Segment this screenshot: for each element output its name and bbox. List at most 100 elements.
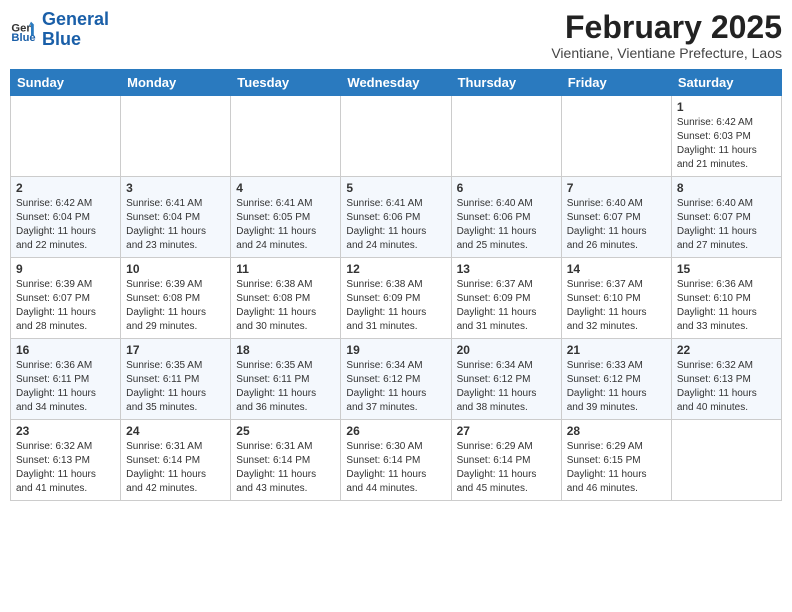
day-number: 15 [677, 262, 776, 276]
day-number: 12 [346, 262, 445, 276]
day-number: 7 [567, 181, 666, 195]
day-info: Sunrise: 6:30 AM Sunset: 6:14 PM Dayligh… [346, 440, 445, 496]
calendar-cell: 2 Sunrise: 6:42 AM Sunset: 6:04 PM Daylig… [11, 177, 121, 258]
day-info: Sunrise: 6:35 AM Sunset: 6:11 PM Dayligh… [126, 359, 225, 415]
day-number: 9 [16, 262, 115, 276]
day-number: 6 [457, 181, 556, 195]
calendar-cell [561, 96, 671, 177]
calendar-cell: 14Sunrise: 6:37 AM Sunset: 6:10 PM Dayli… [561, 258, 671, 339]
calendar-cell: 25 Sunrise: 6:31 AM Sunset: 6:14 PM Dayli… [231, 420, 341, 501]
day-info: Sunrise: 6:42 AM Sunset: 6:03 PM Dayligh… [677, 116, 776, 172]
day-info: Sunrise: 6:35 AM Sunset: 6:11 PM Dayligh… [236, 359, 335, 415]
day-info: Sunrise: 6:39 AM Sunset: 6:07 PM Dayligh… [16, 278, 115, 334]
day-info: Sunrise: 6:34 AM Sunset: 6:12 PM Dayligh… [346, 359, 445, 415]
day-info: Sunrise: 6:42 AM Sunset: 6:04 PM Dayligh… [16, 197, 115, 253]
weekday-header-tuesday: Tuesday [231, 70, 341, 96]
day-number: 22 [677, 343, 776, 357]
day-info: Sunrise: 6:29 AM Sunset: 6:14 PM Dayligh… [457, 440, 556, 496]
day-number: 17 [126, 343, 225, 357]
day-number: 25 [236, 424, 335, 438]
weekday-header-row: SundayMondayTuesdayWednesdayThursdayFrid… [11, 70, 782, 96]
calendar-cell: 22 Sunrise: 6:32 AM Sunset: 6:13 PM Dayli… [671, 339, 781, 420]
weekday-header-thursday: Thursday [451, 70, 561, 96]
calendar-cell: 19Sunrise: 6:34 AM Sunset: 6:12 PM Dayli… [341, 339, 451, 420]
calendar-cell: 26Sunrise: 6:30 AM Sunset: 6:14 PM Dayli… [341, 420, 451, 501]
weekday-header-sunday: Sunday [11, 70, 121, 96]
day-info: Sunrise: 6:34 AM Sunset: 6:12 PM Dayligh… [457, 359, 556, 415]
calendar-cell: 6 Sunrise: 6:40 AM Sunset: 6:06 PM Daylig… [451, 177, 561, 258]
day-info: Sunrise: 6:40 AM Sunset: 6:07 PM Dayligh… [677, 197, 776, 253]
calendar-cell: 1 Sunrise: 6:42 AM Sunset: 6:03 PM Daylig… [671, 96, 781, 177]
day-number: 20 [457, 343, 556, 357]
calendar-cell [11, 96, 121, 177]
week-row-1: 1 Sunrise: 6:42 AM Sunset: 6:03 PM Daylig… [11, 96, 782, 177]
header: Gen Blue GeneralBlue February 2025 Vient… [10, 10, 782, 61]
day-number: 1 [677, 100, 776, 114]
calendar-cell: 7 Sunrise: 6:40 AM Sunset: 6:07 PM Daylig… [561, 177, 671, 258]
day-info: Sunrise: 6:33 AM Sunset: 6:12 PM Dayligh… [567, 359, 666, 415]
calendar-cell: 10Sunrise: 6:39 AM Sunset: 6:08 PM Dayli… [121, 258, 231, 339]
weekday-header-friday: Friday [561, 70, 671, 96]
logo-icon: Gen Blue [10, 16, 38, 44]
weekday-header-saturday: Saturday [671, 70, 781, 96]
day-number: 8 [677, 181, 776, 195]
week-row-4: 16 Sunrise: 6:36 AM Sunset: 6:11 PM Dayli… [11, 339, 782, 420]
weekday-header-wednesday: Wednesday [341, 70, 451, 96]
day-info: Sunrise: 6:32 AM Sunset: 6:13 PM Dayligh… [677, 359, 776, 415]
day-number: 3 [126, 181, 225, 195]
day-number: 27 [457, 424, 556, 438]
day-info: Sunrise: 6:41 AM Sunset: 6:04 PM Dayligh… [126, 197, 225, 253]
day-info: Sunrise: 6:31 AM Sunset: 6:14 PM Dayligh… [236, 440, 335, 496]
day-info: Sunrise: 6:36 AM Sunset: 6:11 PM Dayligh… [16, 359, 115, 415]
week-row-3: 9 Sunrise: 6:39 AM Sunset: 6:07 PM Daylig… [11, 258, 782, 339]
calendar-cell: 9 Sunrise: 6:39 AM Sunset: 6:07 PM Daylig… [11, 258, 121, 339]
day-number: 4 [236, 181, 335, 195]
day-number: 5 [346, 181, 445, 195]
calendar-cell: 28 Sunrise: 6:29 AM Sunset: 6:15 PM Dayli… [561, 420, 671, 501]
week-row-2: 2 Sunrise: 6:42 AM Sunset: 6:04 PM Daylig… [11, 177, 782, 258]
day-info: Sunrise: 6:32 AM Sunset: 6:13 PM Dayligh… [16, 440, 115, 496]
calendar-cell [231, 96, 341, 177]
calendar-cell [671, 420, 781, 501]
day-number: 13 [457, 262, 556, 276]
day-number: 2 [16, 181, 115, 195]
calendar: SundayMondayTuesdayWednesdayThursdayFrid… [10, 69, 782, 501]
day-number: 16 [16, 343, 115, 357]
calendar-cell [341, 96, 451, 177]
calendar-cell: 5 Sunrise: 6:41 AM Sunset: 6:06 PM Daylig… [341, 177, 451, 258]
day-info: Sunrise: 6:40 AM Sunset: 6:07 PM Dayligh… [567, 197, 666, 253]
day-number: 28 [567, 424, 666, 438]
calendar-cell: 27 Sunrise: 6:29 AM Sunset: 6:14 PM Dayli… [451, 420, 561, 501]
day-number: 14 [567, 262, 666, 276]
calendar-cell: 8 Sunrise: 6:40 AM Sunset: 6:07 PM Daylig… [671, 177, 781, 258]
logo-text: GeneralBlue [42, 10, 109, 50]
month-title: February 2025 [551, 10, 782, 45]
week-row-5: 23 Sunrise: 6:32 AM Sunset: 6:13 PM Dayli… [11, 420, 782, 501]
day-info: Sunrise: 6:38 AM Sunset: 6:08 PM Dayligh… [236, 278, 335, 334]
calendar-cell: 15 Sunrise: 6:36 AM Sunset: 6:10 PM Dayli… [671, 258, 781, 339]
calendar-cell: 16 Sunrise: 6:36 AM Sunset: 6:11 PM Dayli… [11, 339, 121, 420]
calendar-cell: 23 Sunrise: 6:32 AM Sunset: 6:13 PM Dayli… [11, 420, 121, 501]
day-info: Sunrise: 6:37 AM Sunset: 6:09 PM Dayligh… [457, 278, 556, 334]
day-number: 24 [126, 424, 225, 438]
page: Gen Blue GeneralBlue February 2025 Vient… [10, 10, 782, 501]
calendar-cell: 12 Sunrise: 6:38 AM Sunset: 6:09 PM Dayli… [341, 258, 451, 339]
day-info: Sunrise: 6:38 AM Sunset: 6:09 PM Dayligh… [346, 278, 445, 334]
day-info: Sunrise: 6:31 AM Sunset: 6:14 PM Dayligh… [126, 440, 225, 496]
location: Vientiane, Vientiane Prefecture, Laos [551, 45, 782, 61]
day-info: Sunrise: 6:36 AM Sunset: 6:10 PM Dayligh… [677, 278, 776, 334]
calendar-cell [451, 96, 561, 177]
day-info: Sunrise: 6:41 AM Sunset: 6:06 PM Dayligh… [346, 197, 445, 253]
calendar-cell: 18 Sunrise: 6:35 AM Sunset: 6:11 PM Dayli… [231, 339, 341, 420]
title-block: February 2025 Vientiane, Vientiane Prefe… [551, 10, 782, 61]
day-info: Sunrise: 6:40 AM Sunset: 6:06 PM Dayligh… [457, 197, 556, 253]
day-number: 18 [236, 343, 335, 357]
calendar-cell: 13 Sunrise: 6:37 AM Sunset: 6:09 PM Dayli… [451, 258, 561, 339]
day-info: Sunrise: 6:29 AM Sunset: 6:15 PM Dayligh… [567, 440, 666, 496]
day-info: Sunrise: 6:39 AM Sunset: 6:08 PM Dayligh… [126, 278, 225, 334]
day-number: 23 [16, 424, 115, 438]
logo: Gen Blue GeneralBlue [10, 10, 109, 50]
calendar-cell: 20 Sunrise: 6:34 AM Sunset: 6:12 PM Dayli… [451, 339, 561, 420]
day-number: 21 [567, 343, 666, 357]
day-info: Sunrise: 6:41 AM Sunset: 6:05 PM Dayligh… [236, 197, 335, 253]
